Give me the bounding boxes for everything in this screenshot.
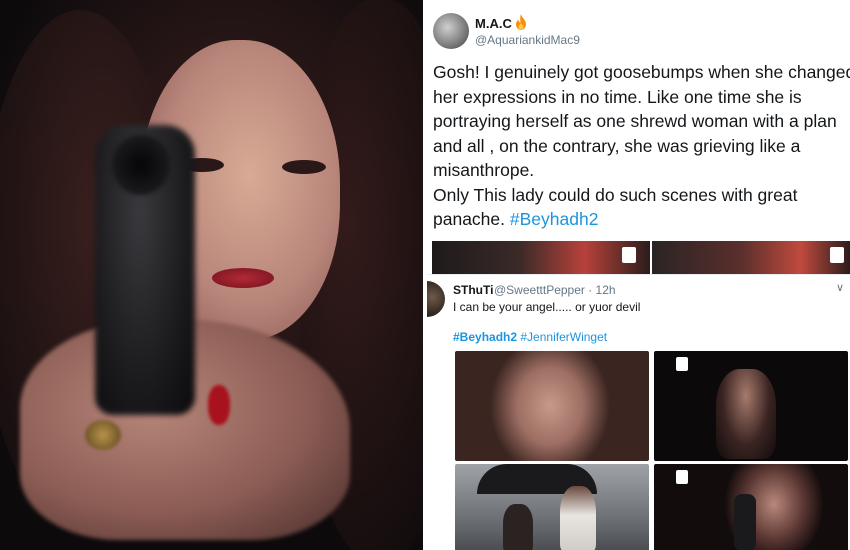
media-strip: [427, 241, 850, 274]
hashtag-link[interactable]: #Beyhadh2: [453, 330, 517, 344]
media-photo[interactable]: [654, 464, 848, 550]
tweet-text-line: misanthrope.: [433, 160, 535, 180]
media-thumbnail[interactable]: [432, 241, 650, 274]
tweet-panel: M.A.C @AquariankidMac9 Gosh! I genuinely…: [427, 0, 850, 550]
avatar[interactable]: [433, 13, 469, 49]
media-photo[interactable]: [654, 351, 848, 461]
sony-logo-icon: [830, 247, 844, 263]
media-photo[interactable]: [455, 351, 649, 461]
reply-avatar[interactable]: [427, 281, 445, 317]
reply-tweet: SThuTi @SweetttPepper · 12h ∨ I can be y…: [427, 274, 850, 550]
tweet-text-line: Only This lady could do such scenes with…: [433, 184, 798, 205]
media-grid: [455, 351, 848, 550]
poster-eye-right: [282, 160, 326, 174]
media-photo[interactable]: [455, 464, 649, 550]
poster-red-nail: [208, 385, 230, 425]
tweet-text-line: her expressions in no time. Like one tim…: [433, 86, 802, 107]
chevron-down-icon[interactable]: ∨: [836, 281, 844, 294]
hashtag-link[interactable]: #Beyhadh2: [510, 209, 599, 229]
tweet-text: Gosh! I genuinely got goosebumps when sh…: [433, 60, 850, 232]
poster-gun-muzzle: [112, 135, 170, 195]
tweet-text-line: portraying herself as one shrewd woman w…: [433, 111, 837, 131]
tweet-display-name[interactable]: M.A.C: [475, 16, 512, 31]
tweet-text-line: Gosh! I genuinely got goosebumps when sh…: [433, 62, 850, 82]
tweet-handle[interactable]: @AquariankidMac9: [475, 33, 580, 47]
reply-text: I can be your angel..... or yuor devil: [453, 300, 641, 314]
reply-hashtags: #Beyhadh2 #JenniferWinget: [453, 330, 607, 344]
tweet-text-line: and all , on the contrary, she was griev…: [433, 135, 801, 156]
media-thumbnail[interactable]: [652, 241, 850, 274]
poster-ring: [85, 420, 121, 450]
reply-handle-time[interactable]: @SweetttPepper · 12h: [494, 283, 616, 297]
sony-logo-icon: [676, 357, 688, 371]
poster-lips: [212, 268, 274, 288]
fire-icon: [516, 14, 526, 30]
hashtag-link[interactable]: #JenniferWinget: [520, 330, 607, 344]
photo-figure: [716, 369, 776, 459]
tweet-text-line: panache.: [433, 209, 510, 229]
photo-gun: [734, 494, 756, 550]
photo-figure: [503, 504, 533, 550]
poster-image: [0, 0, 423, 550]
reply-display-name[interactable]: SThuTi: [453, 283, 493, 297]
tweet-text-last-line: panache. #Beyhadh2: [433, 207, 850, 232]
photo-figure: [560, 486, 596, 550]
sony-logo-icon: [622, 247, 636, 263]
sony-logo-icon: [676, 470, 688, 484]
